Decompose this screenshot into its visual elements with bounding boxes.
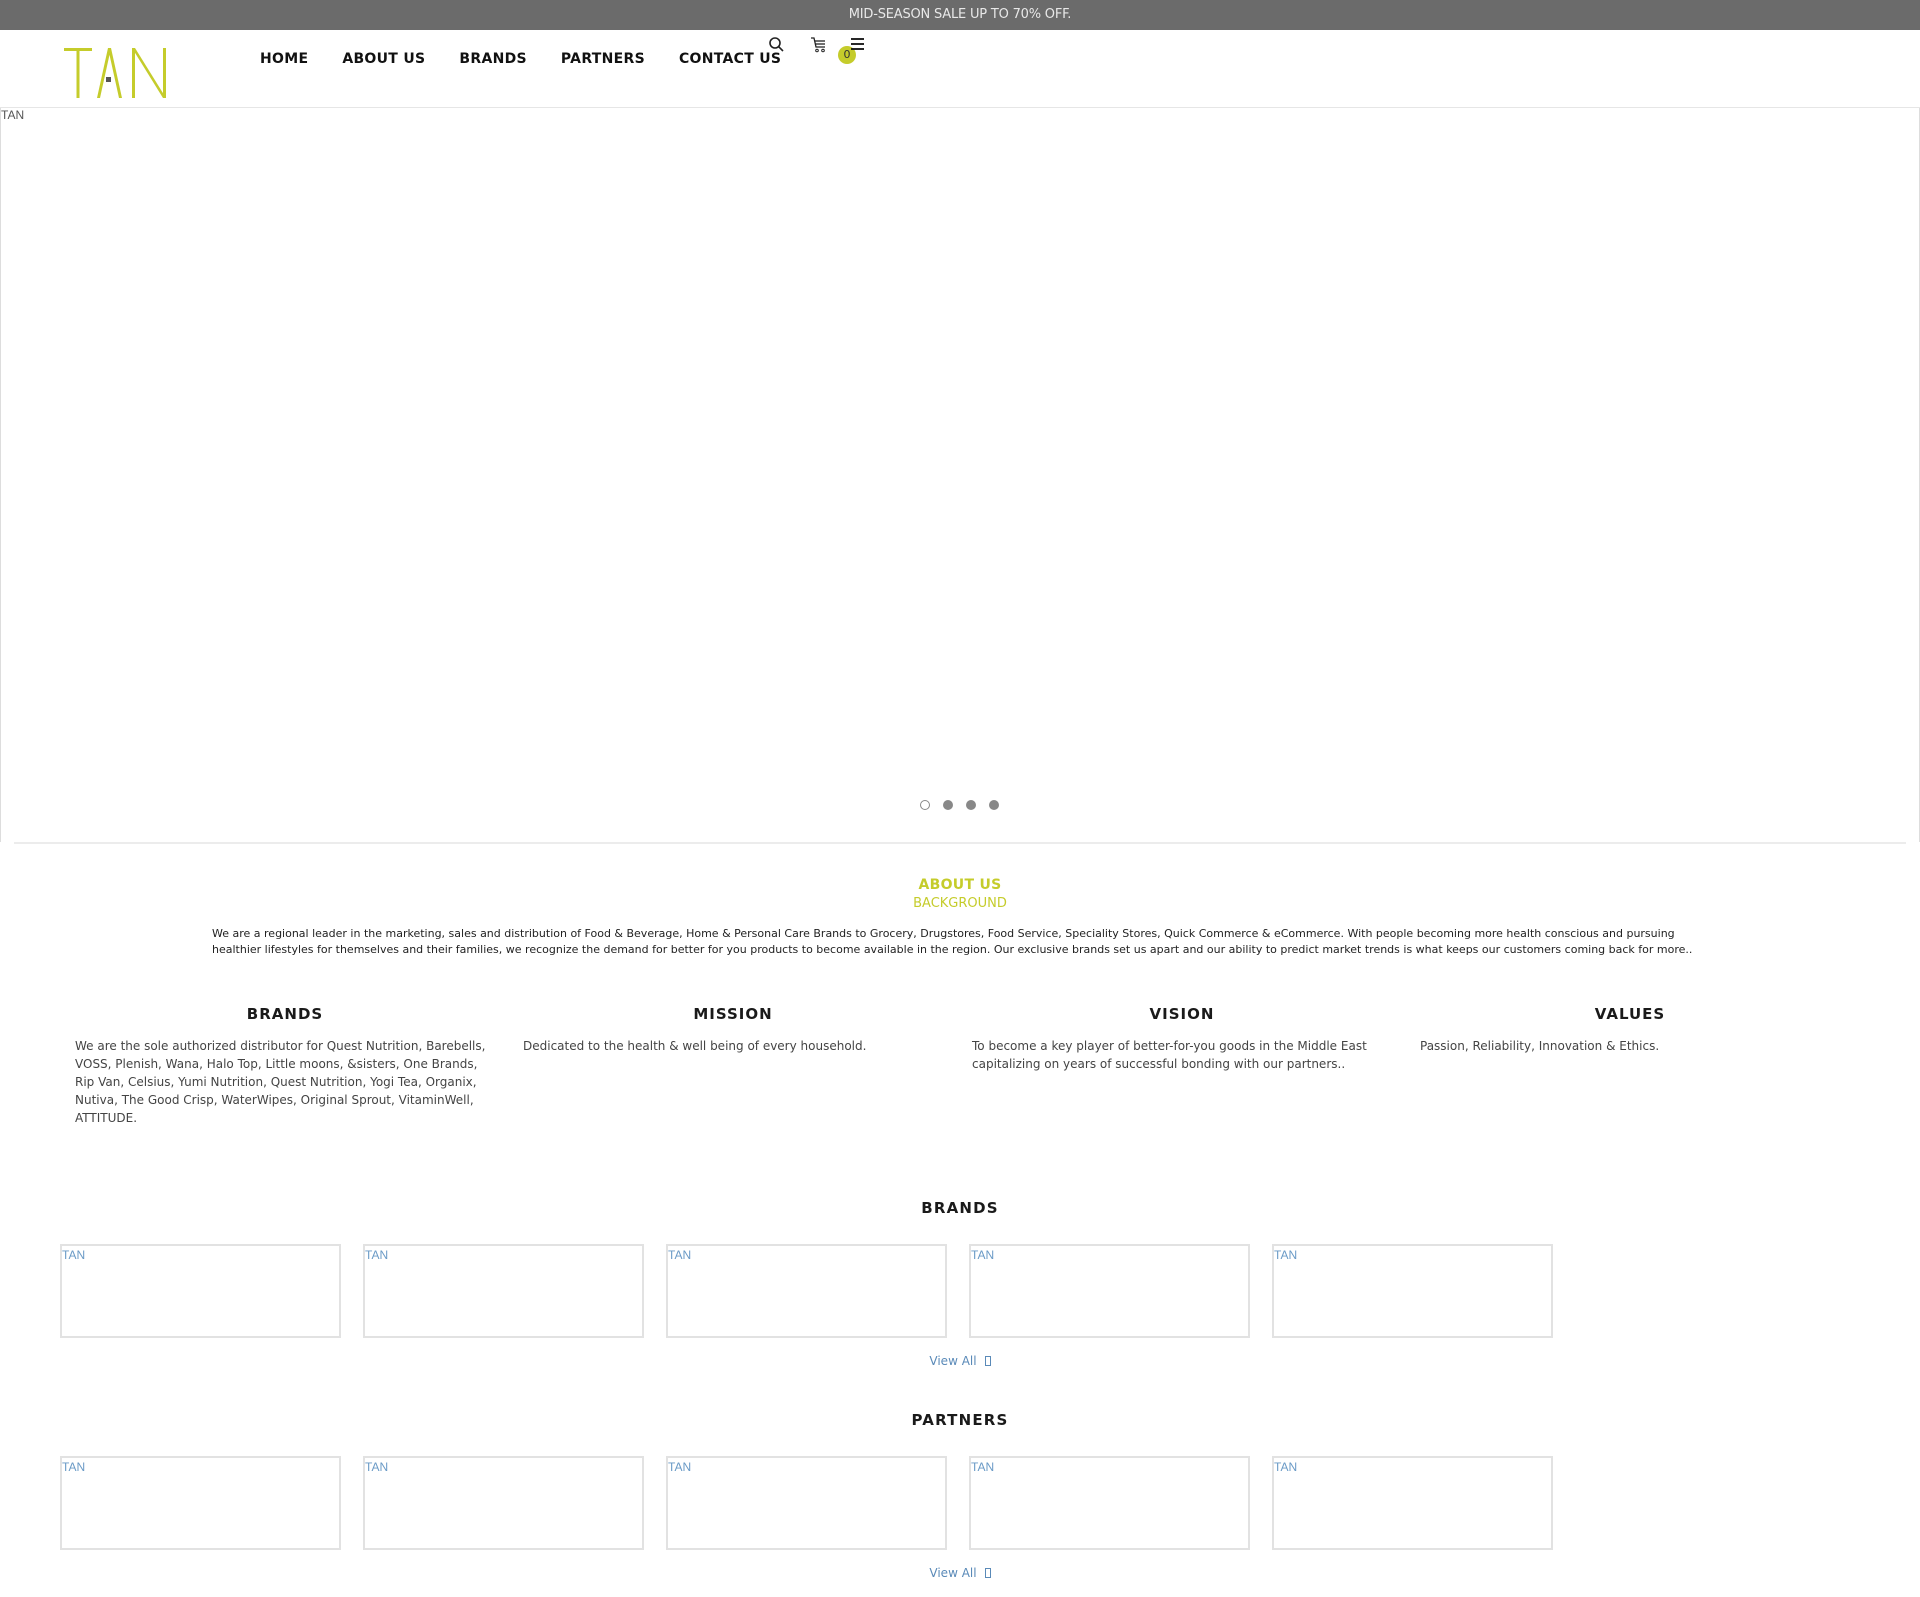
partner-card[interactable]: TAN [666, 1456, 947, 1550]
column-title: VALUES [1594, 1005, 1666, 1023]
nav-partners[interactable]: PARTNERS [561, 51, 645, 67]
brand-card[interactable]: TAN [969, 1244, 1250, 1338]
hero-carousel[interactable]: TAN [0, 108, 1920, 842]
partners-section-title: PARTNERS [911, 1411, 1009, 1429]
nav-brands[interactable]: BRANDS [459, 51, 527, 67]
partner-card[interactable]: TAN [60, 1456, 341, 1550]
arrow-icon [984, 1568, 991, 1578]
arrow-icon [984, 1356, 991, 1366]
column-title: VISION [1149, 1005, 1215, 1023]
brand-logo-alt: TAN [1274, 1248, 1298, 1262]
column-text: To become a key player of better-for-you… [972, 1039, 1367, 1071]
carousel-dot-1[interactable] [920, 800, 930, 810]
view-all-label: View All [929, 1354, 977, 1368]
carousel-dots [920, 800, 999, 810]
brand-logo-alt: TAN [668, 1248, 692, 1262]
brands-grid: TAN TAN TAN TAN TAN [60, 1244, 1553, 1338]
column-title: MISSION [693, 1005, 773, 1023]
announcement-bar: MID-SEASON SALE UP TO 70% OFF. [0, 0, 1920, 30]
partner-card[interactable]: TAN [1272, 1456, 1553, 1550]
search-icon[interactable] [768, 36, 786, 58]
cart-icon[interactable] [810, 36, 828, 58]
site-header: HOME ABOUT US BRANDS PARTNERS CONTACT US… [0, 30, 1920, 108]
partner-card[interactable]: TAN [969, 1456, 1250, 1550]
partners-view-all-link[interactable]: View All [929, 1566, 991, 1580]
about-title: ABOUT US [918, 877, 1002, 893]
partner-logo-alt: TAN [62, 1460, 86, 1474]
brand-logo-alt: TAN [971, 1248, 995, 1262]
brand-card[interactable]: TAN [1272, 1244, 1553, 1338]
brand-logo-alt: TAN [62, 1248, 86, 1262]
partner-logo-alt: TAN [668, 1460, 692, 1474]
brand-logo-alt: TAN [365, 1248, 389, 1262]
column-values: VALUES Passion, Reliability, Innovation … [1420, 1005, 1840, 1055]
section-divider [14, 842, 1906, 844]
brand-card[interactable]: TAN [363, 1244, 644, 1338]
nav-about-us[interactable]: ABOUT US [342, 51, 425, 67]
column-text: We are the sole authorized distributor f… [75, 1039, 486, 1125]
about-subtitle: BACKGROUND [913, 896, 1007, 911]
tan-logo-icon [64, 48, 166, 98]
column-vision: VISION To become a key player of better-… [972, 1005, 1392, 1073]
brands-view-all: View All [0, 1354, 1920, 1368]
partner-card[interactable]: TAN [363, 1456, 644, 1550]
partner-logo-alt: TAN [971, 1460, 995, 1474]
carousel-dot-3[interactable] [966, 800, 976, 810]
column-mission: MISSION Dedicated to the health & well b… [523, 1005, 943, 1055]
partner-logo-alt: TAN [365, 1460, 389, 1474]
logo[interactable] [64, 48, 174, 98]
partners-view-all: View All [0, 1566, 1920, 1580]
carousel-dot-2[interactable] [943, 800, 953, 810]
view-all-label: View All [929, 1566, 977, 1580]
column-text: Passion, Reliability, Innovation & Ethic… [1420, 1039, 1660, 1053]
nav-home[interactable]: HOME [260, 51, 308, 67]
column-title: BRANDS [246, 1005, 324, 1023]
brand-card[interactable]: TAN [666, 1244, 947, 1338]
carousel-dot-4[interactable] [989, 800, 999, 810]
menu-icon[interactable] [848, 36, 866, 58]
partners-grid: TAN TAN TAN TAN TAN [60, 1456, 1553, 1550]
column-brands: BRANDS We are the sole authorized distri… [75, 1005, 495, 1127]
brand-card[interactable]: TAN [60, 1244, 341, 1338]
main-nav: HOME ABOUT US BRANDS PARTNERS CONTACT US [260, 51, 815, 67]
about-text: We are a regional leader in the marketin… [212, 927, 1693, 956]
brands-section-title: BRANDS [921, 1199, 999, 1217]
partner-logo-alt: TAN [1274, 1460, 1298, 1474]
announcement-text: MID-SEASON SALE UP TO 70% OFF. [848, 7, 1072, 22]
column-text: Dedicated to the health & well being of … [523, 1039, 867, 1053]
nav-contact-us[interactable]: CONTACT US [679, 51, 781, 67]
hero-image-alt: TAN [1, 108, 25, 122]
brands-view-all-link[interactable]: View All [929, 1354, 991, 1368]
